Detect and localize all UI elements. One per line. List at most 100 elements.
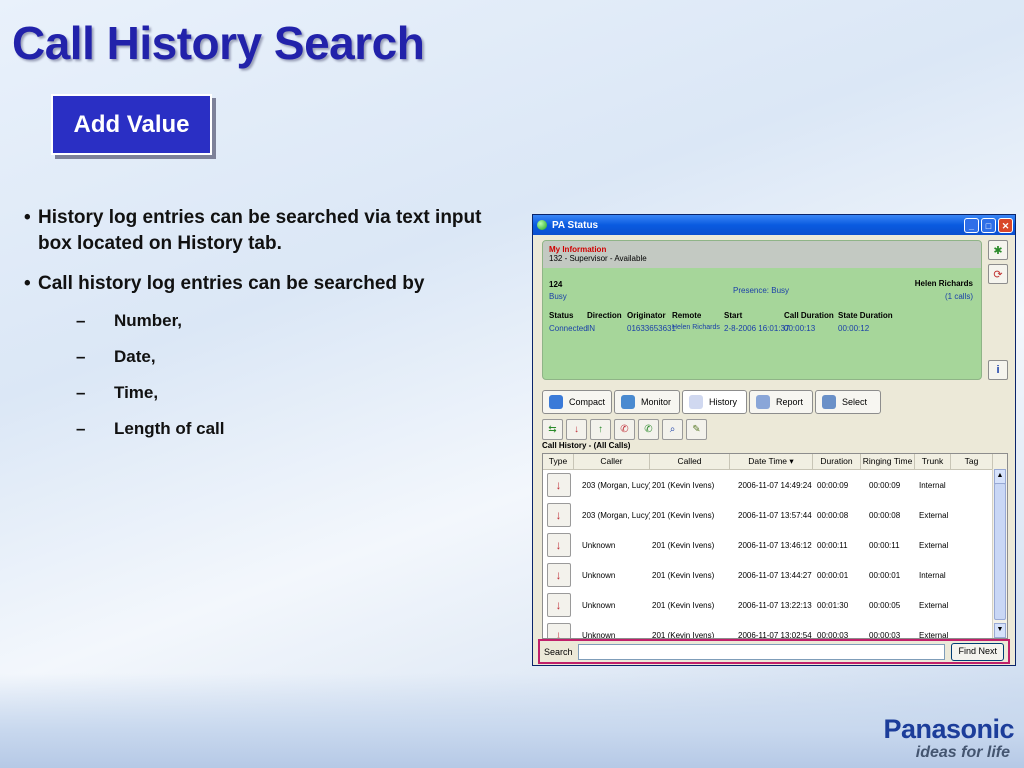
incoming-call-icon[interactable]: ↓	[546, 563, 571, 587]
duration-cell: 00:00:11	[817, 540, 848, 550]
extension-status: Busy	[549, 292, 567, 301]
tab-monitor[interactable]: Monitor	[614, 390, 680, 414]
trunk-cell: Internal	[919, 570, 946, 580]
add-value-badge: Add Value	[51, 94, 212, 155]
window-titlebar[interactable]: PA Status _ □ ✕	[533, 215, 1015, 235]
trunk-cell: Internal	[919, 480, 946, 490]
history-icon	[689, 395, 703, 409]
caller-cell: Unknown	[582, 600, 616, 610]
search-bar: Search Find Next	[538, 639, 1010, 664]
bullet-list: • History log entries can be searched vi…	[24, 205, 504, 455]
header-called[interactable]: Called	[650, 454, 730, 469]
tab-label: Report	[776, 397, 804, 407]
header-type[interactable]: Type	[543, 454, 574, 469]
network-icon[interactable]: ✱	[988, 240, 1008, 260]
find-next-button[interactable]: Find Next	[951, 642, 1004, 661]
called-cell: 201 (Kevin Ivens)	[652, 480, 715, 490]
incoming-call-icon[interactable]: ↓	[546, 503, 571, 527]
col-status: Status	[549, 311, 574, 320]
select-icon	[822, 395, 836, 409]
logo-tagline: ideas for life	[915, 744, 1010, 761]
scroll-thumb[interactable]	[994, 483, 1006, 620]
header-tag[interactable]: Tag	[951, 454, 993, 469]
window-title: PA Status	[552, 219, 599, 231]
caller-cell: 203 (Morgan, Lucy)	[582, 480, 650, 490]
info-header: My Information 132 - Supervisor - Availa…	[543, 241, 981, 268]
notes-icon[interactable]: ✎	[686, 419, 707, 440]
header-ringing-time[interactable]: Ringing Time	[861, 454, 915, 469]
list-title: Call History - (All Calls)	[542, 441, 631, 450]
header-date-time[interactable]: Date Time ▾	[730, 454, 813, 469]
val-originator: 01633653631	[627, 324, 676, 333]
minimize-button[interactable]: _	[964, 217, 979, 233]
tab-label: Select	[842, 397, 868, 407]
search-input[interactable]	[578, 643, 946, 660]
header-duration[interactable]: Duration	[813, 454, 861, 469]
slide-title: Call History Search	[12, 17, 425, 69]
col-remote: Remote	[672, 311, 702, 320]
duration-cell: 00:00:08	[817, 510, 849, 520]
ringing-cell: 00:00:05	[869, 600, 901, 610]
duration-cell: 00:01:30	[817, 600, 849, 610]
all-calls-icon[interactable]: ⇆	[542, 419, 563, 440]
sub-marker: –	[76, 311, 86, 330]
incoming-call-icon[interactable]: ↓	[546, 623, 571, 638]
sub-item-text: Time,	[114, 383, 159, 402]
logo-brand: Panasonic	[883, 714, 1014, 744]
sub-item-text: Number,	[114, 311, 183, 330]
scroll-down-icon[interactable]: ▼	[994, 623, 1006, 638]
maximize-button[interactable]: □	[981, 217, 996, 233]
search-icon[interactable]: ⌕	[662, 419, 683, 440]
called-cell: 201 (Kevin Ivens)	[652, 570, 715, 580]
table-row[interactable]: ↓ Unknown 201 (Kevin Ivens) 2006-11-07 1…	[543, 620, 1007, 639]
incoming-call-icon[interactable]: ↓	[546, 593, 571, 617]
info-subheading: 132 - Supervisor - Available	[549, 254, 647, 263]
background-swoosh	[0, 673, 1024, 768]
call-count: (1 calls)	[944, 292, 973, 301]
sub-marker: –	[76, 383, 86, 402]
trunk-cell: External	[919, 510, 949, 520]
tab-history[interactable]: History	[682, 390, 747, 414]
caller-cell: Unknown	[582, 540, 616, 550]
bullet-marker: •	[24, 207, 31, 228]
tab-report[interactable]: Report	[749, 390, 813, 414]
user-name: Helen Richards	[914, 279, 973, 288]
type-cell: ↓	[543, 593, 574, 617]
vertical-scrollbar[interactable]: ▲ ▼	[992, 469, 1007, 638]
val-start: 2-8-2006 16:01:37	[724, 324, 790, 333]
tab-compact[interactable]: Compact	[542, 390, 612, 414]
table-row[interactable]: ↓ Unknown 201 (Kevin Ivens) 2006-11-07 1…	[543, 560, 1007, 590]
info-icon[interactable]: i	[988, 360, 1008, 380]
ringing-cell: 00:00:08	[869, 510, 901, 520]
extension-number: 124	[549, 280, 563, 289]
table-row[interactable]: ↓ Unknown 201 (Kevin Ivens) 2006-11-07 1…	[543, 590, 1007, 620]
incoming-call-icon[interactable]: ↓	[546, 533, 571, 557]
table-row[interactable]: ↓ 203 (Morgan, Lucy) 201 (Kevin Ivens) 2…	[543, 470, 1007, 500]
table-row[interactable]: ↓ 203 (Morgan, Lucy) 201 (Kevin Ivens) 2…	[543, 500, 1007, 530]
table-row[interactable]: ↓ Unknown 201 (Kevin Ivens) 2006-11-07 1…	[543, 530, 1007, 560]
missed-calls-icon[interactable]: ✆	[614, 419, 635, 440]
sub-item-text: Date,	[114, 347, 156, 366]
answered-calls-icon[interactable]: ✆	[638, 419, 659, 440]
called-cell: 201 (Kevin Ivens)	[652, 630, 715, 639]
header-label: Date Time	[748, 456, 788, 466]
tab-label: History	[709, 397, 738, 407]
tab-label: Compact	[568, 397, 605, 407]
tab-select[interactable]: Select	[815, 390, 881, 414]
header-caller[interactable]: Caller	[574, 454, 650, 469]
outgoing-calls-icon[interactable]: ↑	[590, 419, 611, 440]
header-trunk[interactable]: Trunk	[915, 454, 951, 469]
refresh-icon[interactable]: ⟳	[988, 264, 1008, 284]
val-state-duration: 00:00:12	[838, 324, 870, 333]
scroll-up-icon[interactable]: ▲	[994, 469, 1006, 484]
incoming-calls-icon[interactable]: ↓	[566, 419, 587, 440]
date-cell: 2006-11-07 13:22:13	[738, 600, 812, 610]
incoming-call-icon[interactable]: ↓	[546, 473, 571, 497]
ringing-cell: 00:00:03	[869, 630, 901, 639]
search-label: Search	[544, 646, 573, 657]
panasonic-logo: Panasonic ideas for life	[883, 714, 1014, 762]
duration-cell: 00:00:01	[817, 570, 849, 580]
type-cell: ↓	[543, 473, 574, 497]
close-button[interactable]: ✕	[998, 217, 1013, 233]
val-status: Connected	[549, 324, 588, 333]
